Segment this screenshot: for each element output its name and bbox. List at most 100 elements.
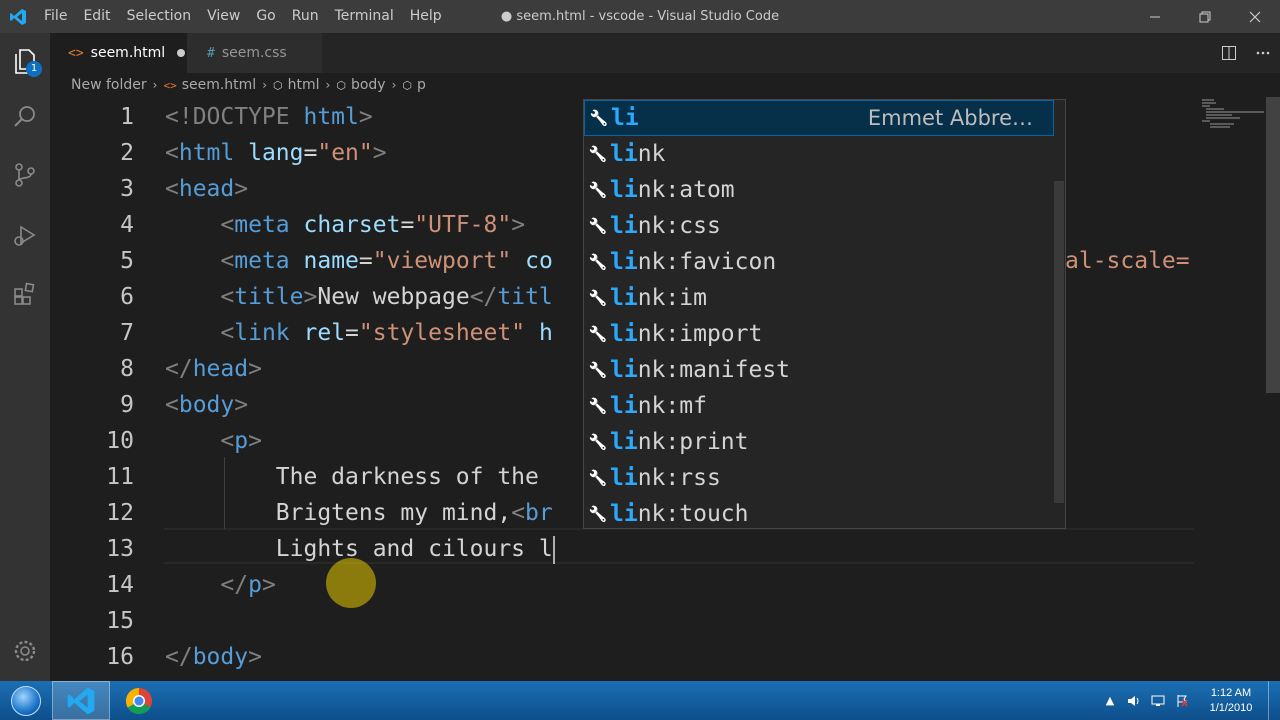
html-file-icon: <>	[68, 45, 84, 61]
windows-logo-icon	[11, 685, 41, 716]
chevron-right-icon: ›	[325, 78, 331, 92]
show-desktop-button[interactable]	[1268, 681, 1280, 720]
chevron-right-icon: ›	[391, 78, 397, 92]
breadcrumb-folder[interactable]: New folder	[71, 77, 147, 93]
breadcrumb-file[interactable]: <> seem.html	[163, 77, 256, 93]
line-number: 2	[120, 140, 134, 166]
title-bar: File Edit Selection View Go Run Terminal…	[0, 0, 1280, 33]
window-controls	[1130, 0, 1280, 33]
snippet-wrench-icon: 🔧	[588, 397, 608, 415]
code-line: <html lang="en">	[165, 140, 387, 166]
restore-button[interactable]	[1180, 0, 1230, 33]
code-line: <meta charset="UTF-8">	[220, 212, 526, 238]
suggestion-item[interactable]: 🔧 link:atom	[584, 172, 1054, 208]
suggestion-item[interactable]: 🔧 link:im	[584, 280, 1054, 316]
menu-help[interactable]: Help	[402, 0, 450, 33]
suggestion-label: link:rss	[610, 465, 721, 491]
line-number: 8	[120, 356, 134, 382]
element-icon: ⬡	[402, 78, 412, 92]
tab-seem-css[interactable]: # seem.css	[187, 33, 322, 73]
code-line: </body>	[165, 644, 262, 670]
menu-run[interactable]: Run	[284, 0, 327, 33]
suggestion-item[interactable]: 🔧 link:touch	[584, 496, 1054, 532]
source-control-icon[interactable]	[0, 151, 50, 199]
code-line: <body>	[165, 392, 249, 418]
action-center-flag-icon[interactable]	[1170, 681, 1194, 720]
unsaved-dot-icon[interactable]	[177, 49, 186, 57]
snippet-wrench-icon: 🔧	[588, 145, 608, 163]
taskbar-vscode[interactable]	[52, 681, 110, 720]
line-number: 12	[106, 500, 134, 526]
suggestion-item[interactable]: 🔧 link:mf	[584, 388, 1054, 424]
suggestion-label: link:css	[610, 213, 721, 239]
suggestion-label: link:import	[610, 321, 763, 347]
editor-vertical-scrollbar[interactable]	[1266, 97, 1280, 681]
suggestion-item[interactable]: 🔧 link:favicon	[584, 244, 1054, 280]
clock-date: 1/1/2010	[1209, 701, 1253, 714]
line-number: 5	[120, 248, 134, 274]
explorer-icon[interactable]: 1	[0, 37, 50, 85]
menu-selection[interactable]: Selection	[119, 0, 200, 33]
taskbar-clock[interactable]: 1:12 AM 1/1/2010	[1194, 681, 1268, 720]
html-file-icon: <>	[163, 78, 177, 92]
network-icon[interactable]	[1146, 681, 1170, 720]
split-editor-icon[interactable]	[1212, 33, 1246, 73]
minimap[interactable]	[1200, 97, 1266, 681]
suggestion-item[interactable]: 🔧 link:print	[584, 424, 1054, 460]
line-number: 7	[120, 320, 134, 346]
start-button[interactable]	[0, 681, 52, 720]
minimap-line	[1202, 120, 1210, 122]
minimap-line	[1206, 117, 1240, 119]
minimap-line	[1202, 105, 1210, 107]
scrollbar-thumb[interactable]	[1266, 97, 1280, 393]
run-debug-icon[interactable]	[0, 211, 50, 259]
line-number: 13	[106, 536, 134, 562]
tab-seem-html[interactable]: <> seem.html	[50, 33, 187, 73]
code-line: <!DOCTYPE html>	[165, 104, 373, 130]
system-tray: ▲ 1:12 AM 1/1/2010	[1098, 681, 1280, 720]
close-window-button[interactable]	[1230, 0, 1280, 33]
minimap-line	[1206, 108, 1224, 110]
menu-terminal[interactable]: Terminal	[327, 0, 402, 33]
manage-gear-icon[interactable]	[0, 627, 50, 675]
code-line: <link rel="stylesheet" h	[220, 320, 553, 346]
suggestion-item[interactable]: 🔧 link	[584, 136, 1054, 172]
menu-bar: File Edit Selection View Go Run Terminal…	[36, 0, 450, 33]
clock-time: 1:12 AM	[1210, 686, 1252, 699]
activity-bar: 1	[0, 33, 50, 681]
extensions-icon[interactable]	[0, 270, 50, 318]
breadcrumb-p[interactable]: ⬡ p	[402, 77, 426, 93]
suggest-scrollbar[interactable]	[1054, 181, 1064, 503]
tab-label: seem.css	[221, 45, 287, 61]
snippet-wrench-icon: 🔧	[588, 469, 608, 487]
suggestion-label: link:manifest	[610, 357, 791, 383]
minimize-button[interactable]	[1130, 0, 1180, 33]
snippet-wrench-icon: 🔧	[588, 361, 608, 379]
menu-edit[interactable]: Edit	[75, 0, 118, 33]
snippet-wrench-icon: 🔧	[588, 325, 608, 343]
menu-view[interactable]: View	[199, 0, 248, 33]
text-cursor	[552, 535, 555, 564]
suggestion-item[interactable]: 🔧 li Emmet Abbre…	[584, 100, 1054, 136]
search-icon[interactable]	[0, 93, 50, 141]
line-number: 9	[120, 392, 134, 418]
volume-icon[interactable]	[1122, 681, 1146, 720]
line-number: 3	[120, 176, 134, 202]
more-actions-icon[interactable]	[1246, 33, 1280, 73]
suggestion-label: link:favicon	[610, 249, 777, 275]
code-line: <meta name="viewport" co	[220, 248, 553, 274]
line-number-gutter: 1 2 3 4 5 6 7 8 9 10 11 12 13 14 15 16	[50, 97, 134, 681]
suggestion-item[interactable]: 🔧 link:import	[584, 316, 1054, 352]
suggestion-item[interactable]: 🔧 link:manifest	[584, 352, 1054, 388]
suggestion-label: link:mf	[610, 393, 707, 419]
menu-go[interactable]: Go	[248, 0, 283, 33]
suggestion-item[interactable]: 🔧 link:css	[584, 208, 1054, 244]
suggestion-item[interactable]: 🔧 link:rss	[584, 460, 1054, 496]
show-hidden-icons-icon[interactable]: ▲	[1098, 681, 1122, 720]
suggestion-label: li	[611, 105, 639, 131]
breadcrumb-body[interactable]: ⬡ body	[336, 77, 385, 93]
suggestion-label: link:im	[610, 285, 707, 311]
menu-file[interactable]: File	[36, 0, 75, 33]
taskbar-chrome[interactable]	[110, 681, 168, 720]
breadcrumb-html[interactable]: ⬡ html	[273, 77, 320, 93]
